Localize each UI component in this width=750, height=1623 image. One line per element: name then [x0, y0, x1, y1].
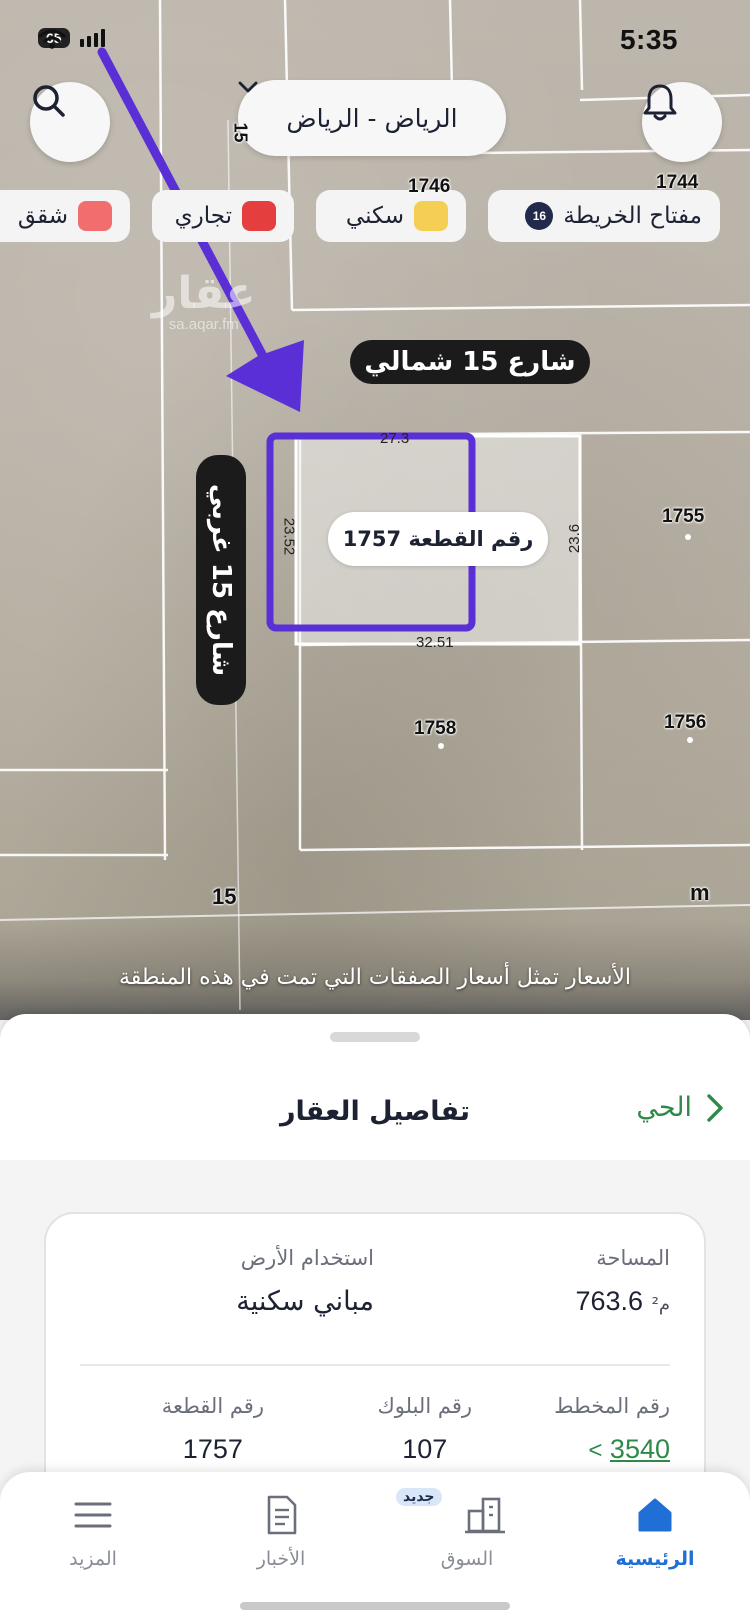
area-value-row: م² 763.6	[567, 1286, 670, 1317]
search-button[interactable]	[30, 82, 110, 162]
tab-more[interactable]: المزيد	[18, 1492, 168, 1570]
tab-market-label: السوق	[440, 1548, 494, 1570]
plot-number-1744: 1744	[656, 172, 699, 193]
tab-more-label: المزيد	[69, 1548, 117, 1570]
area-field: المساحة م² 763.6	[567, 1246, 670, 1317]
land-use-value: مباني سكنية	[236, 1286, 374, 1317]
map-letter: m	[690, 880, 710, 905]
plot-number-1758: 1758	[414, 718, 457, 739]
dimension-right: 23.6	[566, 523, 584, 554]
city-label: الرياض - الرياض	[286, 103, 458, 133]
block-number-field: رقم البلوك 107	[377, 1394, 472, 1465]
bottom-tab-bar: الرئيسية جديد السوق الأخبار المزيد	[0, 1472, 750, 1623]
aqar-watermark: عقار sa.aqar.fm	[152, 268, 256, 334]
neighborhood-link-label: الحي	[636, 1092, 692, 1123]
dimension-left: 23.52	[280, 517, 298, 556]
apartments-color-swatch	[78, 201, 112, 231]
chevron-left-icon: <	[588, 1437, 603, 1464]
street-label-west: شارع 15 غربي	[196, 455, 246, 705]
tab-home[interactable]: الرئيسية	[580, 1492, 730, 1570]
bell-icon	[643, 84, 677, 121]
plan-number-link[interactable]: < 3540	[554, 1434, 670, 1465]
filter-label-apartments: شقق	[17, 203, 68, 229]
map-key-count-badge: 16	[525, 202, 554, 230]
sheet-header: تفاصيل العقار الحي	[0, 1060, 750, 1172]
plan-number-field: رقم المخطط < 3540	[554, 1394, 670, 1465]
plot-number-1756: 1756	[664, 712, 707, 733]
chevron-down-icon	[238, 81, 258, 93]
search-icon	[33, 85, 65, 117]
plot-number-field: رقم القطعة 1757	[162, 1394, 264, 1465]
notifications-button[interactable]	[642, 82, 722, 162]
home-indicator	[240, 1602, 510, 1610]
tab-home-label: الرئيسية	[615, 1548, 695, 1570]
street-label-north: شارع 15 شمالي	[350, 340, 590, 384]
filter-chip-commercial[interactable]: تجاري	[152, 190, 294, 242]
card-divider	[80, 1364, 670, 1366]
filter-label-residential: سكني	[345, 203, 404, 229]
home-icon	[638, 1498, 672, 1532]
plot-number-1746: 1746	[408, 176, 451, 197]
block-number-label: رقم البلوك	[377, 1394, 472, 1418]
price-notice: الأسعار تمثل أسعار الصفقات التي تمت في ه…	[118, 965, 632, 990]
watermark-brand: عقار	[152, 268, 256, 319]
land-use-field: استخدام الأرض مباني سكنية	[236, 1246, 374, 1317]
area-label: المساحة	[596, 1246, 670, 1270]
plot-number-1755: 1755	[662, 506, 705, 527]
cellular-signal-icon	[79, 29, 105, 47]
status-indicators: 65	[38, 28, 105, 49]
map-view[interactable]: 65 5:35 الرياض - الرياض مفتاح الخريطة 16	[0, 0, 750, 1020]
tab-news[interactable]: الأخبار	[206, 1492, 356, 1570]
map-key-chip[interactable]: مفتاح الخريطة 16	[488, 190, 720, 242]
area-value: 763.6	[575, 1286, 644, 1316]
land-use-label: استخدام الأرض	[240, 1246, 374, 1270]
plan-number-value: 3540	[609, 1434, 670, 1464]
map-key-label: مفتاح الخريطة	[563, 203, 702, 229]
tab-news-label: الأخبار	[256, 1548, 306, 1570]
plot-number-label: رقم القطعة	[161, 1394, 264, 1418]
street-number-top: 15	[230, 122, 251, 143]
tab-market[interactable]: جديد السوق	[392, 1488, 542, 1570]
block-number-value: 107	[402, 1434, 448, 1464]
selected-plot-label[interactable]: رقم القطعة 1757	[328, 512, 548, 566]
wifi-icon	[38, 29, 66, 49]
sheet-title: تفاصيل العقار	[279, 1096, 471, 1127]
commercial-color-swatch	[242, 201, 276, 231]
area-unit: م²	[651, 1294, 670, 1315]
news-icon	[267, 1495, 297, 1535]
sheet-drag-handle[interactable]	[330, 1032, 420, 1042]
status-time: 5:35	[619, 24, 678, 55]
neighborhood-link[interactable]: الحي	[636, 1092, 724, 1123]
menu-icon	[74, 1502, 112, 1528]
filter-chip-apartments[interactable]: شقق	[0, 190, 130, 242]
plan-number-label: رقم المخطط	[554, 1394, 670, 1418]
chevron-right-icon	[707, 1093, 723, 1122]
street-number-bottom: 15	[212, 884, 237, 909]
dimension-top: 27.3	[380, 430, 410, 447]
residential-color-swatch	[414, 201, 448, 231]
city-selector[interactable]: الرياض - الرياض	[238, 80, 506, 156]
buildings-icon	[465, 1497, 505, 1534]
dimension-bottom: 32.51	[416, 634, 454, 651]
new-badge: جديد	[396, 1488, 442, 1506]
filter-label-commercial: تجاري	[174, 203, 232, 229]
plot-number-value: 1757	[182, 1434, 243, 1464]
